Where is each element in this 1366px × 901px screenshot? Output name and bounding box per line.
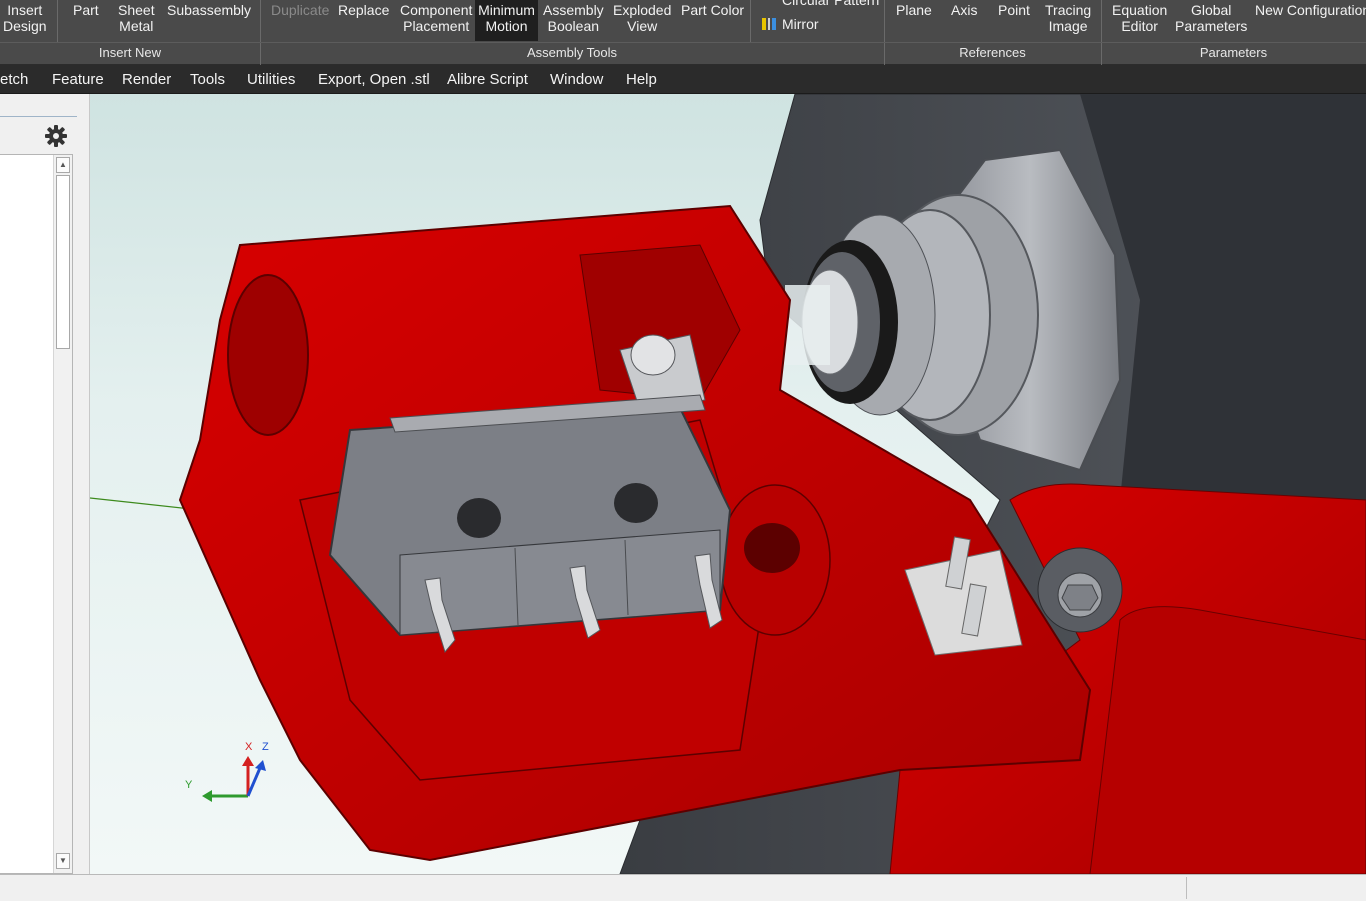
minimum-motion-button[interactable]: Minimum Motion xyxy=(475,0,538,41)
mirror-icon xyxy=(762,17,776,31)
plane-button[interactable]: Plane xyxy=(893,2,935,18)
tracing-image-button[interactable]: Tracing Image xyxy=(1042,2,1094,34)
scroll-thumb[interactable] xyxy=(56,175,70,349)
menu-window[interactable]: Window xyxy=(550,71,603,88)
minimum-motion-label-2: Motion xyxy=(485,18,528,34)
design-tree-list[interactable]: ▲ ▼ xyxy=(0,154,73,874)
sheet-metal-label-2: Metal xyxy=(119,18,154,34)
group-label-parameters: Parameters xyxy=(1199,45,1268,60)
scroll-up-arrow-icon[interactable]: ▲ xyxy=(56,157,70,173)
axis-label: Axis xyxy=(951,2,978,18)
replace-button[interactable]: Replace xyxy=(335,2,392,18)
group-label-divider xyxy=(0,42,1366,43)
equation-editor-button[interactable]: Equation Editor xyxy=(1109,2,1170,34)
sheet-metal-button[interactable]: Sheet Metal xyxy=(115,2,158,34)
assembly-model-render xyxy=(90,94,1366,874)
subassembly-label: Subassembly xyxy=(167,2,252,18)
orientation-triad-icon: X Z Y xyxy=(185,741,269,802)
menu-alibre-script[interactable]: Alibre Script xyxy=(447,71,528,88)
panel-header-line xyxy=(0,116,77,117)
insert-design-button[interactable]: Insert Design xyxy=(0,2,50,34)
insert-design-label-2: Design xyxy=(3,18,47,34)
menu-export-open-stl[interactable]: Export, Open .stl xyxy=(318,71,430,88)
circular-pattern-label: Circular Pattern xyxy=(782,0,880,8)
assembly-boolean-label-1: Assembly xyxy=(543,2,604,18)
circular-pattern-button[interactable]: Circular Pattern xyxy=(762,0,879,8)
component-placement-label-1: Component xyxy=(400,2,473,18)
assembly-boolean-button[interactable]: Assembly Boolean xyxy=(540,2,607,34)
global-parameters-button[interactable]: Global Parameters xyxy=(1172,2,1250,34)
global-parameters-label-2: Parameters xyxy=(1175,18,1248,34)
sheet-metal-label-1: Sheet xyxy=(118,2,155,18)
separator xyxy=(57,0,58,42)
triad-x-label: X xyxy=(245,741,253,753)
equation-editor-label-2: Editor xyxy=(1121,18,1158,34)
mirror-button[interactable]: Mirror xyxy=(762,16,819,32)
minimum-motion-label-1: Minimum xyxy=(478,2,535,18)
new-configuration-label: New Configuration xyxy=(1255,2,1366,18)
group-label-assembly-tools: Assembly Tools xyxy=(526,45,618,60)
plane-label: Plane xyxy=(896,2,932,18)
separator xyxy=(750,0,751,42)
vertical-scrollbar[interactable]: ▲ ▼ xyxy=(53,155,72,873)
axis-button[interactable]: Axis xyxy=(948,2,980,18)
status-separator xyxy=(1186,877,1187,899)
scroll-down-arrow-icon[interactable]: ▼ xyxy=(56,853,70,869)
exploded-view-label-2: View xyxy=(627,18,658,34)
3d-viewport[interactable]: X Z Y xyxy=(90,94,1366,874)
subassembly-button[interactable]: Subassembly xyxy=(164,2,254,18)
mirror-label: Mirror xyxy=(782,16,819,32)
tracing-image-label-1: Tracing xyxy=(1045,2,1092,18)
duplicate-button[interactable]: Duplicate xyxy=(268,2,332,18)
insert-design-label-1: Insert xyxy=(7,2,43,18)
triad-z-label: Z xyxy=(262,741,269,753)
menu-help[interactable]: Help xyxy=(626,71,657,88)
part-color-label: Part Color xyxy=(681,2,745,18)
menu-tools[interactable]: Tools xyxy=(190,71,225,88)
component-placement-button[interactable]: Component Placement xyxy=(397,2,475,34)
ribbon: Insert Design Part Sheet Metal Subassemb… xyxy=(0,0,1366,65)
triad-y-label: Y xyxy=(185,779,193,791)
global-parameters-label-1: Global xyxy=(1190,2,1232,18)
circular-pattern-icon xyxy=(762,0,776,7)
assembly-boolean-label-2: Boolean xyxy=(547,18,600,34)
duplicate-label: Duplicate xyxy=(271,2,330,18)
group-label-insert-new: Insert New xyxy=(98,45,162,60)
menu-sketch[interactable]: etch xyxy=(0,71,28,88)
exploded-view-button[interactable]: Exploded View xyxy=(610,2,674,34)
status-bar xyxy=(0,874,1366,901)
design-explorer-panel: ▲ ▼ xyxy=(0,94,90,874)
replace-label: Replace xyxy=(338,2,390,18)
exploded-view-label-1: Exploded xyxy=(613,2,672,18)
point-button[interactable]: Point xyxy=(995,2,1033,18)
component-placement-label-2: Placement xyxy=(403,18,470,34)
new-configuration-button[interactable]: New Configuration xyxy=(1252,2,1366,18)
point-label: Point xyxy=(998,2,1030,18)
equation-editor-label-1: Equation xyxy=(1112,2,1168,18)
part-label: Part xyxy=(73,2,99,18)
tracing-image-label-2: Image xyxy=(1048,18,1088,34)
menu-utilities[interactable]: Utilities xyxy=(247,71,295,88)
menu-feature[interactable]: Feature xyxy=(52,71,104,88)
gear-icon[interactable] xyxy=(44,124,68,148)
menu-render[interactable]: Render xyxy=(122,71,171,88)
part-button[interactable]: Part xyxy=(70,2,102,18)
part-color-button[interactable]: Part Color xyxy=(678,2,747,18)
menu-bar: etch Feature Render Tools Utilities Expo… xyxy=(0,65,1366,94)
group-label-references: References xyxy=(959,45,1026,60)
